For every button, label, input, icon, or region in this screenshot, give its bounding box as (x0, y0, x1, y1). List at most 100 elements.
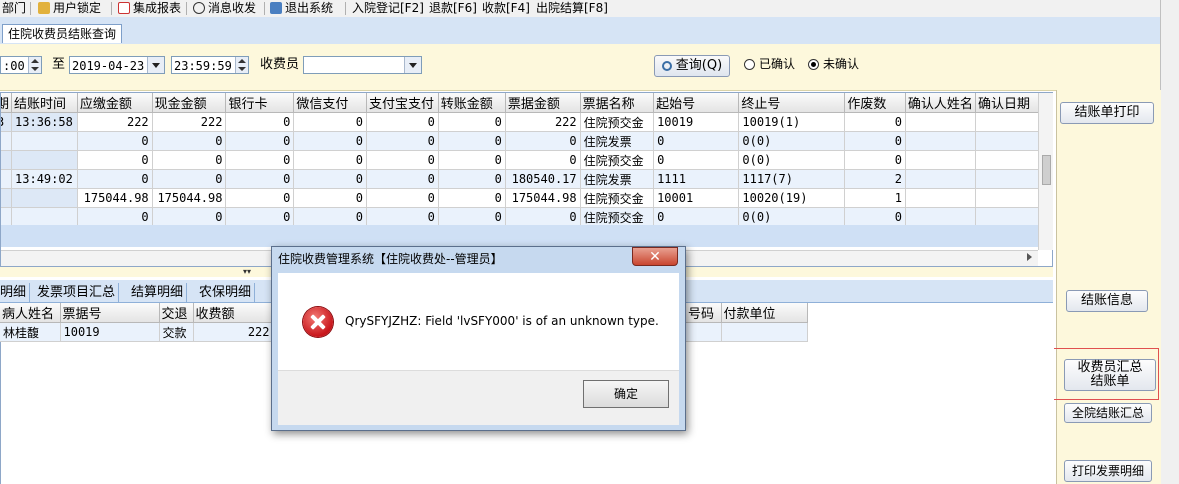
toolbar-item-department[interactable]: 部门 (2, 1, 26, 16)
cell (1, 188, 13, 208)
cell: 10001 (653, 188, 740, 208)
info-icon (193, 2, 205, 14)
print-invoice-detail-button[interactable]: 打印发票明细 (1064, 460, 1152, 482)
col-header[interactable]: 转账金额 (438, 93, 506, 113)
query-button[interactable]: 查询(Q) (654, 55, 730, 77)
col-header[interactable]: 微信支付 (293, 93, 367, 113)
cell: 0 (152, 169, 227, 189)
col-header[interactable]: 病人姓名 (0, 303, 61, 323)
grid-vertical-scrollbar[interactable] (1038, 93, 1053, 250)
col-header[interactable]: 交退 (159, 303, 194, 323)
statement-info-button[interactable]: 结账信息 (1066, 290, 1148, 312)
col-header[interactable]: 付款单位 (721, 303, 808, 323)
tab-rural-insurance-detail[interactable]: 农保明细 (196, 283, 256, 302)
end-time-input[interactable]: 23:59:59 (171, 56, 249, 74)
statement-table: 期 结账时间 应缴金额 现金金额 银行卡 微信支付 支付宝支付 转账金额 票据金… (1, 93, 1046, 227)
cell: 0 (225, 150, 295, 170)
col-header[interactable]: 起始号 (653, 93, 740, 113)
col-header[interactable]: 号码 (686, 303, 722, 323)
col-header[interactable]: 现金金额 (152, 93, 227, 113)
detail-table-left: 病人姓名 票据号 交退 收费额 林桂馥 10019 交款 222 (0, 303, 274, 342)
print-statement-button[interactable]: 结账单打印 (1060, 102, 1154, 124)
col-header[interactable]: 确认日期 (975, 93, 1046, 113)
col-header[interactable]: 确认人姓名 (905, 93, 976, 113)
cell: 0 (152, 207, 227, 227)
tab-cashier-statement-query[interactable]: 住院收费员结账查询 (2, 24, 123, 43)
end-date-input[interactable]: 2019-04-23 (69, 56, 165, 74)
dialog-close-button[interactable]: ✕ (632, 247, 678, 266)
cell: 0 (77, 150, 153, 170)
detail-table-right: 号码 付款单位 (686, 303, 808, 342)
toolbar-item-admission[interactable]: 入院登记[F2] (352, 1, 424, 16)
cell: 0(0) (738, 150, 846, 170)
toolbar-item-collect[interactable]: 收款[F4] (482, 1, 530, 16)
hospital-summary-button[interactable]: 全院结账汇总 (1064, 403, 1152, 423)
cashier-label: 收费员 (260, 57, 300, 72)
table-row[interactable]: 0 0 0 0 0 0 0 住院预交金 0 0(0) 0 (1, 207, 1046, 227)
table-row[interactable]: 175044.98 175044.98 0 0 0 0 175044.98 住院预交金 1000… (1, 188, 1046, 208)
end-time-spinner[interactable] (235, 57, 248, 73)
cell (686, 322, 722, 342)
col-header[interactable]: 收费额 (193, 303, 274, 323)
cell: 0 (366, 188, 439, 208)
cell (905, 131, 976, 151)
col-header[interactable]: 支付宝支付 (366, 93, 439, 113)
toolbar-item-messages[interactable]: 消息收发 (193, 1, 256, 16)
dialog-title: 住院收费管理系统【住院收费处--管理员】 (278, 252, 503, 266)
chevron-down-icon[interactable]: ▾▾ (243, 268, 251, 276)
chevron-down-icon[interactable] (147, 57, 164, 73)
search-icon (661, 61, 672, 71)
cell: 10020(19) (738, 188, 846, 208)
cell: 175044.98 (77, 188, 153, 208)
cell: 13:49:02 (11, 169, 78, 189)
table-row[interactable]: 林桂馥 10019 交款 222 (0, 322, 274, 342)
table-row[interactable]: 13:49:02 0 0 0 0 0 0 180540.17 住院发票 1111 1117(7) 2 (1, 169, 1046, 189)
table-row[interactable]: 0 0 0 0 0 0 0 住院预交金 0 0(0) 0 (1, 150, 1046, 170)
side-panel (1056, 90, 1161, 484)
toolbar-item-refund[interactable]: 退款[F6] (429, 1, 477, 16)
col-header[interactable]: 应缴金额 (77, 93, 153, 113)
toolbar-item-user-lock[interactable]: 用户锁定 (38, 1, 101, 16)
ok-button[interactable]: 确定 (583, 380, 669, 408)
cell (11, 131, 78, 151)
col-header[interactable]: 终止号 (738, 93, 846, 113)
start-time-input[interactable]: :00 (0, 56, 42, 74)
cell: 0 (844, 150, 906, 170)
tab-invoice-summary[interactable]: 发票项目汇总 (34, 283, 120, 302)
table-row[interactable]: 0 0 0 0 0 0 0 住院发票 0 0(0) 0 (1, 131, 1046, 151)
tab-settlement-detail[interactable]: 结算明细 (128, 283, 188, 302)
cashier-select[interactable] (303, 56, 422, 74)
cell: 0 (438, 207, 506, 227)
radio-unconfirmed[interactable] (808, 59, 819, 70)
cell (905, 169, 976, 189)
toolbar-item-reports[interactable]: 集成报表 (118, 1, 181, 16)
close-icon[interactable]: ✕ (649, 249, 661, 265)
cell: 0 (77, 207, 153, 227)
cell: 0 (293, 169, 367, 189)
cell: 0(0) (738, 207, 846, 227)
col-header[interactable]: 银行卡 (225, 93, 295, 113)
col-header[interactable]: 票据号 (60, 303, 160, 323)
radio-confirmed-label: 已确认 (759, 57, 796, 71)
table-row[interactable]: 313:36:582222220000222住院预交金1001910019(1)… (1, 112, 1046, 132)
right-scroll-strip[interactable] (1160, 0, 1179, 484)
start-time-spinner[interactable] (28, 57, 41, 73)
col-header[interactable]: 作废数 (844, 93, 906, 113)
col-header[interactable]: 期 (1, 93, 13, 113)
toolbar-item-exit[interactable]: 退出系统 (270, 1, 333, 16)
cell: 住院预交金 (580, 150, 655, 170)
chevron-down-icon[interactable] (404, 57, 421, 73)
col-header[interactable]: 票据名称 (580, 93, 655, 113)
cell (975, 169, 1046, 189)
cell (1, 131, 13, 151)
cell: 0 (653, 131, 740, 151)
cell: 0 (225, 169, 295, 189)
tab-detail[interactable]: 明细 (0, 283, 31, 302)
radio-unconfirmed-label: 未确认 (823, 57, 860, 71)
col-header[interactable]: 票据金额 (505, 93, 581, 113)
to-label: 至 (52, 57, 66, 72)
table-row[interactable] (686, 322, 808, 342)
radio-confirmed[interactable] (744, 59, 755, 70)
toolbar-item-discharge[interactable]: 出院结算[F8] (536, 1, 608, 16)
col-header[interactable]: 结账时间 (11, 93, 78, 113)
